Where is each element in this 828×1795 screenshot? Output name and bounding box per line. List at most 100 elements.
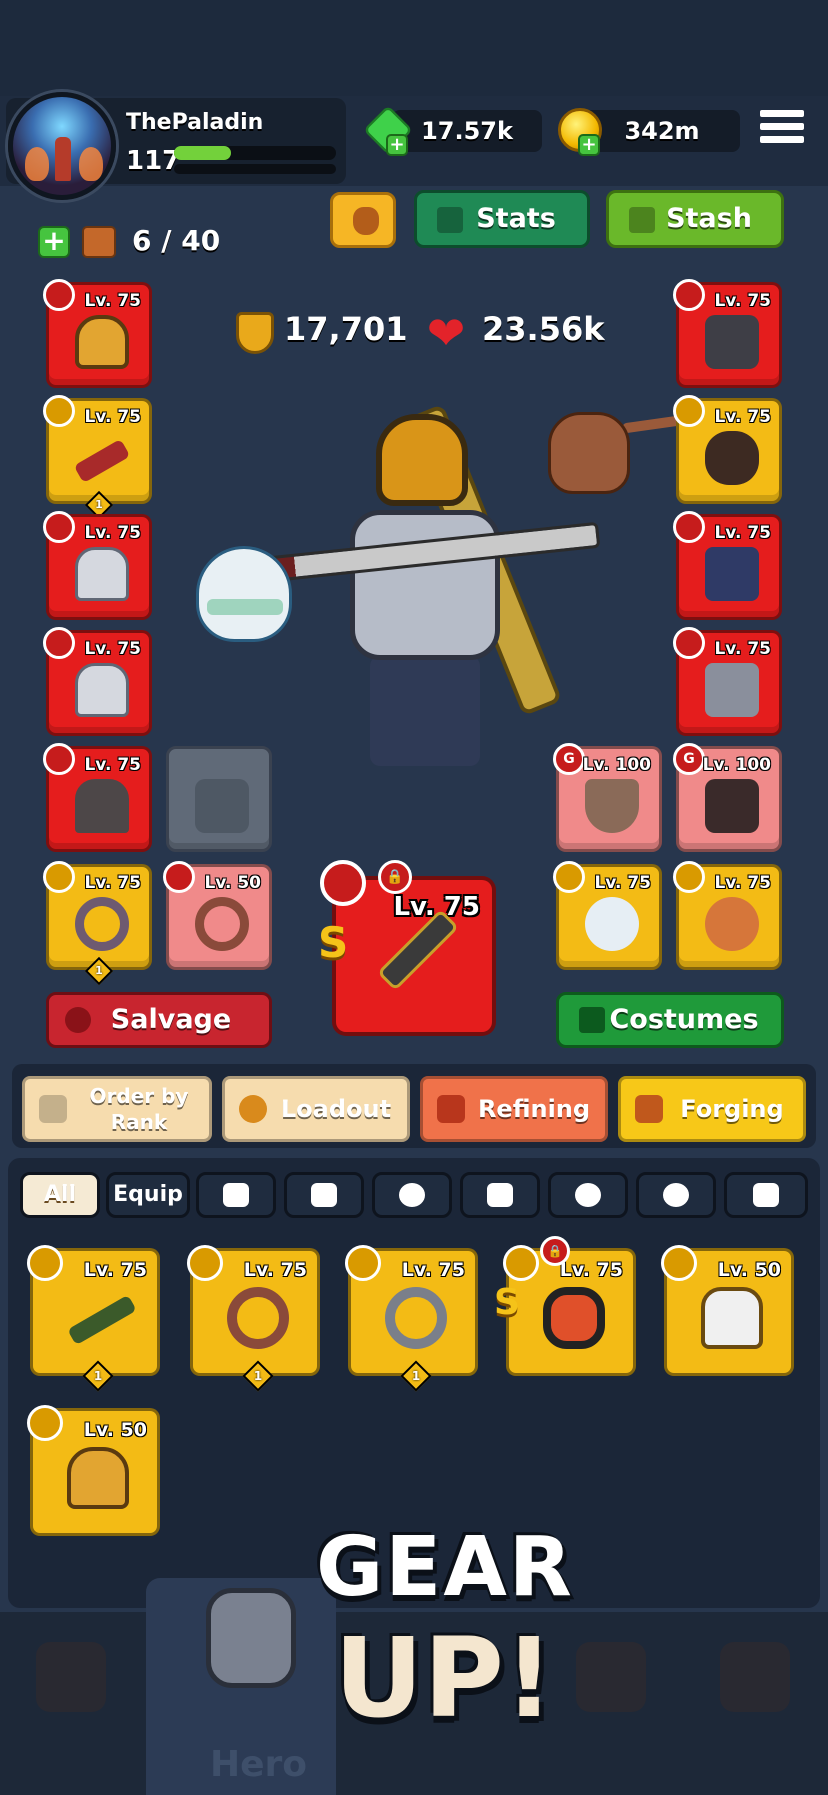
armor-type-icon xyxy=(661,1245,697,1281)
filter-rings[interactable] xyxy=(372,1172,452,1218)
promo-text-line1: GEAR xyxy=(316,1520,574,1615)
sword-type-icon xyxy=(320,860,366,906)
filter-guild[interactable] xyxy=(460,1172,540,1218)
ring-type-icon xyxy=(163,861,195,893)
filter-weapons[interactable] xyxy=(196,1172,276,1218)
player-avatar[interactable] xyxy=(8,92,116,200)
slot-level: Lv. 100 xyxy=(582,755,651,775)
ring-type-icon xyxy=(187,1245,223,1281)
avatar-flame-right xyxy=(79,147,103,181)
order-label-line2: Rank xyxy=(110,1110,168,1134)
ring-type-icon xyxy=(673,395,705,427)
inventory-item[interactable]: Lv. 75 1 xyxy=(27,1245,160,1392)
lock-icon[interactable]: 🔒 xyxy=(540,1236,570,1266)
equip-slot-ring-1[interactable]: Lv. 75 1 xyxy=(43,861,152,986)
inventory-item[interactable]: Lv. 50 xyxy=(661,1245,794,1376)
inventory-item[interactable]: Lv. 75 1 xyxy=(345,1245,478,1392)
equip-slot-pet-2[interactable]: Lv. 75 xyxy=(673,861,782,970)
ring-type-icon xyxy=(503,1245,539,1281)
recycle-icon xyxy=(65,1007,91,1033)
equip-slot-guild-cannon[interactable]: G Lv. 100 xyxy=(673,743,782,852)
equip-slot-empty[interactable] xyxy=(166,746,272,852)
shoulder-icon xyxy=(701,1287,763,1349)
avatar-flame-left xyxy=(25,147,49,181)
costumes-button[interactable]: Costumes xyxy=(556,992,784,1048)
loot-bag-button[interactable] xyxy=(330,192,396,248)
equip-slot-pet-1[interactable]: Lv. 75 xyxy=(553,861,662,970)
refining-button[interactable]: Refining xyxy=(420,1076,608,1142)
filter-armor[interactable] xyxy=(284,1172,364,1218)
equip-slot-guild-shield[interactable]: G Lv. 100 xyxy=(553,743,662,852)
slot-level: Lv. 75 xyxy=(714,639,771,659)
copper-ring-icon xyxy=(227,1287,289,1349)
shield-icon xyxy=(585,779,639,833)
equip-slot-accessory[interactable]: Lv. 75 1 xyxy=(43,395,152,520)
boots-icon xyxy=(705,663,759,717)
equip-slot-legs[interactable]: Lv. 75 xyxy=(673,511,782,620)
shirt-icon xyxy=(579,1007,605,1033)
filter-pets[interactable] xyxy=(548,1172,628,1218)
cape-icon xyxy=(75,779,129,833)
inventory-item[interactable]: Lv. 75 1 xyxy=(187,1245,320,1392)
equip-slot-cape[interactable]: Lv. 75 xyxy=(43,743,152,852)
add-gold-icon[interactable]: + xyxy=(578,134,600,156)
xp-bar xyxy=(174,146,336,160)
nav-tab-home[interactable] xyxy=(0,1612,144,1795)
filter-gifts[interactable] xyxy=(724,1172,808,1218)
secondary-bar xyxy=(174,164,336,174)
equip-slot-helmet[interactable]: Lv. 75 xyxy=(43,279,152,388)
slot-level: Lv. 100 xyxy=(702,755,771,775)
swirl-icon xyxy=(663,1183,689,1207)
sword-icon xyxy=(381,913,455,987)
nav-tab-ranking[interactable] xyxy=(684,1612,828,1795)
slot-level: Lv. 75 xyxy=(714,873,771,893)
item-level: Lv. 75 xyxy=(401,1259,465,1281)
equip-slot-boots[interactable]: Lv. 75 xyxy=(673,627,782,736)
player-name: ThePaladin xyxy=(126,110,264,135)
ring-type-icon xyxy=(345,1245,381,1281)
loadout-icon xyxy=(239,1095,267,1123)
ring-type-icon xyxy=(27,1245,63,1281)
add-gems-icon[interactable]: + xyxy=(386,134,408,156)
skull-ring-icon xyxy=(385,1287,447,1349)
equip-slot-belt[interactable]: Lv. 75 xyxy=(673,395,782,504)
expand-inventory-icon[interactable]: + xyxy=(38,226,70,258)
gem-counter: 17.57k xyxy=(392,110,542,152)
stats-list-icon xyxy=(437,207,463,233)
forging-button[interactable]: Forging xyxy=(618,1076,806,1142)
slot-level: Lv. 75 xyxy=(714,523,771,543)
lock-icon[interactable]: 🔒 xyxy=(378,860,412,894)
gift-icon xyxy=(753,1183,779,1207)
safe-icon xyxy=(629,207,655,233)
item-level: Lv. 75 xyxy=(243,1259,307,1281)
filter-relics[interactable] xyxy=(636,1172,716,1218)
stash-button[interactable]: Stash xyxy=(606,190,784,248)
nav-tab-guild[interactable] xyxy=(540,1612,684,1795)
stats-label: Stats xyxy=(476,203,556,234)
stats-button[interactable]: Stats xyxy=(414,190,590,248)
equip-slot-ring-2[interactable]: Lv. 50 xyxy=(163,861,272,970)
inventory-count: 6 / 40 xyxy=(132,224,221,257)
hero-character[interactable] xyxy=(330,400,530,780)
ring-type-icon xyxy=(43,395,75,427)
salvage-button[interactable]: Salvage xyxy=(46,992,272,1048)
menu-icon[interactable] xyxy=(760,110,804,150)
xp-bar-fill xyxy=(174,146,231,160)
belt-icon xyxy=(705,431,759,485)
guild-icon: G xyxy=(673,743,705,775)
inventory-item[interactable]: Lv. 50 xyxy=(27,1405,160,1536)
equip-slot-chest[interactable]: Lv. 75 xyxy=(43,627,152,736)
equip-slot-shoulders[interactable]: Lv. 75 xyxy=(43,511,152,620)
loadout-button[interactable]: Loadout xyxy=(222,1076,410,1142)
equip-slot-gloves[interactable]: Lv. 75 xyxy=(673,279,782,388)
slot-level: Lv. 75 xyxy=(84,291,141,311)
order-by-rank-button[interactable]: Order by Rank xyxy=(22,1076,212,1142)
tier-badge: S xyxy=(494,1282,520,1323)
promo-text-line2: UP! xyxy=(334,1614,555,1742)
inventory-item[interactable]: Lv. 75 xyxy=(503,1245,636,1376)
filter-equip[interactable]: Equip xyxy=(106,1172,190,1218)
filter-all[interactable]: All xyxy=(20,1172,100,1218)
armor-type-icon xyxy=(43,627,75,659)
swirl-icon xyxy=(195,779,249,833)
slot-level: Lv. 75 xyxy=(594,873,651,893)
